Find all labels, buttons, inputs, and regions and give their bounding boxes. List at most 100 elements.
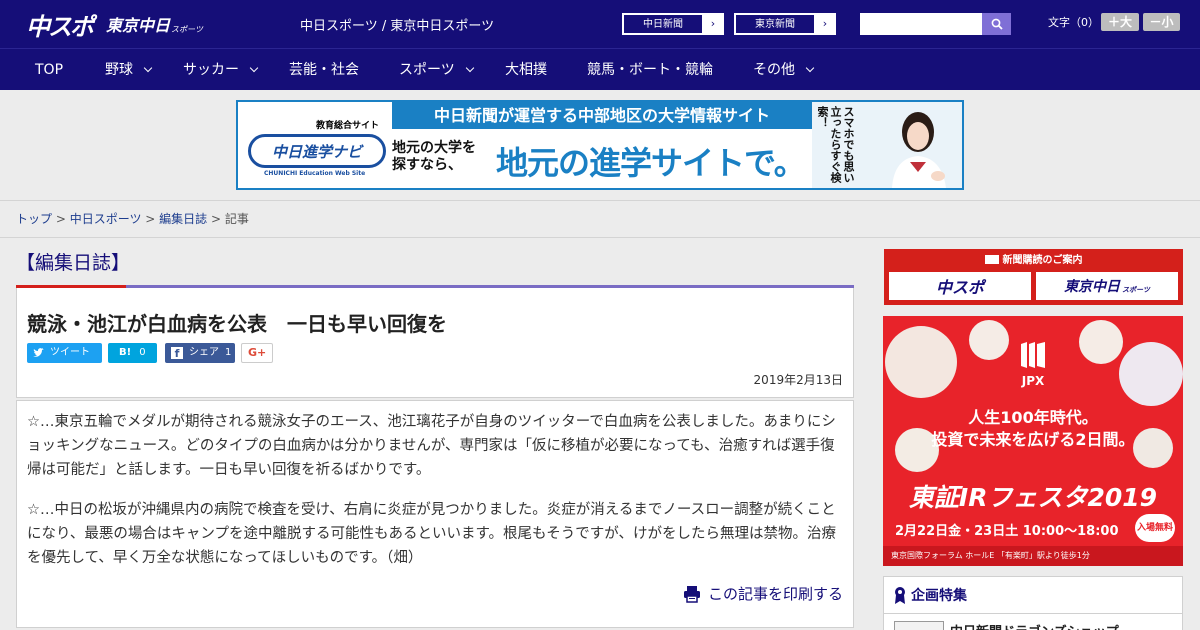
breadcrumb-sep: > [52, 212, 70, 226]
breadcrumb-current: 記事 [224, 212, 249, 226]
category-heading: 【編集日誌】 [16, 252, 131, 274]
facebook-share-button[interactable]: f シェア 1 [165, 343, 235, 363]
ir-festa-ad[interactable]: JPX 人生100年時代。 投資で未来を広げる2日間。 東証IRフェスタ2019… [883, 316, 1183, 566]
subscription-title: 新聞購読のご案内 [884, 251, 1183, 266]
banner-subcopy: 地元の大学を 探すなら、 [392, 140, 476, 174]
education-banner-ad[interactable]: 中日新聞が運営する中部地区の大学情報サイト 教育総合サイト 中日進学ナビ CHU… [236, 100, 964, 190]
banner-sub-line: 地元の大学を [392, 140, 476, 156]
nav-item-other[interactable]: その他 [753, 49, 815, 91]
article-header: 競泳・池江が白血病を公表 一日も早い回復を ツイート B! 0 f シェア 1 … [16, 288, 854, 398]
chunichi-shimbun-link[interactable]: 中日新聞 › [622, 13, 724, 35]
ad-event-name: 東証IRフェスタ2019 [908, 483, 1158, 512]
chevron-down-icon [805, 63, 815, 73]
ad-person-photo [1079, 320, 1123, 364]
article-date: 2019年2月13日 [753, 373, 843, 387]
ad-copy-line: 人生100年時代。 [968, 408, 1098, 427]
shingaku-navi-logo: 中日進学ナビ [248, 134, 386, 168]
ext-link-label: 東京新聞 [735, 14, 815, 34]
banner-logo-area: 教育総合サイト 中日進学ナビ CHUNICHI Education Web Si… [244, 114, 386, 180]
banner-photo-area: スマホでも思い立ったらすぐ検索！ [812, 102, 962, 188]
banner-sub-line: 探すなら、 [392, 157, 462, 173]
chevron-right-icon: › [710, 17, 716, 30]
tokyo-shimbun-link[interactable]: 東京新聞 › [734, 13, 836, 35]
breadcrumb-top[interactable]: トップ [16, 212, 52, 226]
nav-item-sports[interactable]: スポーツ [399, 49, 474, 91]
search-button[interactable] [982, 13, 1011, 35]
feature-divider [884, 613, 1182, 614]
feature-title: 企画特集 [894, 585, 967, 605]
nav-label: その他 [753, 62, 795, 78]
ad-copy-line: 投資で未来を広げる2日間。 [931, 430, 1135, 449]
header-bar: 中スポ 東京中日 スポーツ 中日スポーツ / 東京中日スポーツ 中日新聞 › 東… [0, 0, 1200, 48]
feature-box: 企画特集 中日新聞ドラゴンズショップ [883, 576, 1183, 630]
search-input[interactable] [860, 13, 982, 35]
chevron-right-icon: › [822, 17, 828, 30]
subscription-title-text: 新聞購読のご案内 [1002, 255, 1083, 266]
chevron-down-icon [465, 63, 474, 73]
nav-item-entertainment[interactable]: 芸能・社会 [289, 49, 359, 91]
subscribe-tokyo-chunichi-button[interactable]: 東京中日 スポーツ [1035, 271, 1179, 301]
nav-item-top[interactable]: TOP [35, 49, 63, 91]
banner-logo-caption: CHUNICHI Education Web Site [264, 170, 366, 177]
main-nav: TOP 野球 サッカー 芸能・社会 スポーツ 大相撲 競馬・ボート・競輪 その他 [0, 48, 1200, 90]
ad-person-photo [885, 326, 957, 398]
feature-title-text: 企画特集 [911, 588, 967, 604]
breadcrumb-chunichi-sports[interactable]: 中日スポーツ [70, 212, 142, 226]
nav-label: 競馬・ボート・競輪 [587, 62, 713, 78]
twitter-icon [33, 348, 44, 357]
article-title: 競泳・池江が白血病を公表 一日も早い回復を [27, 312, 447, 336]
font-larger-button[interactable]: ＋大 [1101, 13, 1139, 31]
banner-badge: 教育総合サイト [316, 121, 380, 131]
tweet-button[interactable]: ツイート [27, 343, 102, 363]
breadcrumb-editorial-diary[interactable]: 編集日誌 [159, 212, 207, 226]
search-icon [991, 18, 1003, 30]
font-smaller-button[interactable]: －小 [1143, 13, 1180, 31]
breadcrumb: トップ > 中日スポーツ > 編集日誌 > 記事 [0, 200, 1200, 238]
print-article-link[interactable]: この記事を印刷する [683, 583, 843, 604]
nav-label: サッカー [183, 62, 239, 78]
hatena-icon: B! [119, 347, 132, 358]
hatena-button[interactable]: B! 0 [108, 343, 157, 363]
font-size-label: 文字（0） [1048, 16, 1099, 29]
ad-free-badge: 入場無料 [1135, 514, 1175, 542]
feature-thumbnail[interactable] [894, 621, 944, 630]
jpx-brand: JPX [1021, 374, 1045, 388]
site-logo[interactable]: 中スポ 東京中日 スポーツ [26, 9, 203, 41]
chevron-down-icon [249, 63, 259, 73]
printer-icon [683, 585, 700, 603]
banner-main-copy: 地元の進学サイトで。 [496, 144, 806, 182]
nav-item-sumo[interactable]: 大相撲 [505, 49, 547, 91]
ext-link-label: 中日新聞 [623, 14, 703, 34]
subscribe-tokyo-small: スポーツ [1122, 286, 1150, 294]
subscribe-chuspo-button[interactable]: 中スポ [888, 271, 1032, 301]
logo-tokyo-chunichi: 東京中日 [106, 16, 171, 35]
google-plus-button[interactable]: G+ [241, 343, 273, 363]
tweet-label: ツイート [50, 347, 90, 358]
nav-label: スポーツ [399, 62, 455, 78]
article-paragraph: ☆…中日の松坂が沖縄県内の病院で検査を受け、右肩に炎症が見つかりました。炎症が消… [27, 502, 836, 566]
breadcrumb-sep: > [141, 212, 160, 226]
jpx-mark-icon [1021, 342, 1045, 368]
nav-item-racing[interactable]: 競馬・ボート・競輪 [587, 49, 713, 91]
google-plus-icon: G+ [248, 346, 267, 359]
site-description: 中日スポーツ / 東京中日スポーツ [300, 19, 495, 34]
newspaper-icon [984, 255, 999, 264]
nav-label: TOP [35, 62, 64, 78]
nav-label: 芸能・社会 [289, 62, 359, 78]
nav-label: 大相撲 [505, 62, 547, 78]
facebook-icon: f [171, 347, 183, 360]
chevron-down-icon [143, 63, 153, 73]
nav-item-baseball[interactable]: 野球 [105, 49, 153, 91]
facebook-share-label: シェア [189, 347, 219, 358]
logo-chuspo: 中スポ [26, 12, 94, 41]
subscribe-chuspo-label: 中スポ [935, 278, 984, 297]
subscribe-tokyo-label: 東京中日 [1064, 279, 1121, 295]
article-body: ☆…東京五輪でメダルが期待される競泳女子のエース、池江璃花子が自身のツイッターで… [16, 400, 854, 628]
ad-event-dates: 2月22日金・23日土 10:00～18:00 [895, 524, 1119, 539]
student-photo-icon [892, 112, 946, 188]
logo-text: 中日進学ナビ [271, 142, 362, 161]
nav-item-soccer[interactable]: サッカー [183, 49, 259, 91]
ad-person-photo [969, 320, 1009, 360]
jpx-logo: JPX [1015, 340, 1051, 388]
feature-item-link[interactable]: 中日新聞ドラゴンズショップ [950, 621, 1119, 630]
